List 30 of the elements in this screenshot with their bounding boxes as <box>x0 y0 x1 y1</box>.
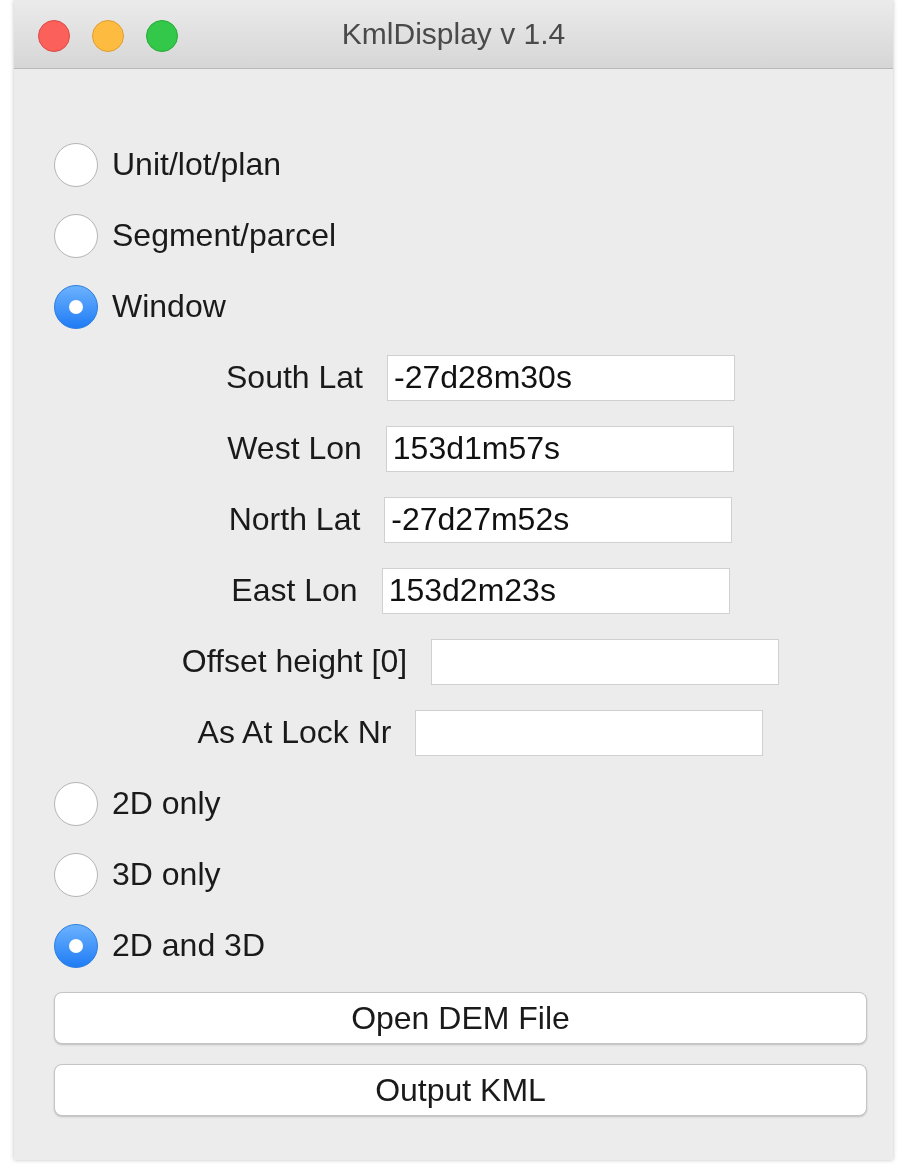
field-label: North Lat <box>228 501 361 538</box>
input-field[interactable]: -27d27m52s <box>384 496 733 543</box>
radio-button[interactable] <box>54 213 98 258</box>
input-field[interactable]: 153d2m23s <box>381 567 730 614</box>
radio-button[interactable] <box>54 284 98 329</box>
radio-label: Window <box>112 288 226 325</box>
action-button[interactable]: Output KML <box>54 1064 867 1116</box>
radio-button[interactable] <box>54 852 98 897</box>
input-field[interactable]: -27d28m30s <box>387 354 735 401</box>
radio-label: Segment/parcel <box>112 217 337 254</box>
input-field[interactable]: 153d1m57s <box>385 425 734 472</box>
field-label: South Lat <box>226 359 363 396</box>
window-title: KmlDisplay v 1.4 <box>341 17 566 51</box>
field-label: East Lon <box>231 572 358 609</box>
radio-label: 2D only <box>112 785 221 822</box>
radio-label: Unit/lot/plan <box>112 146 281 183</box>
minimize-icon[interactable] <box>92 20 124 52</box>
field-label: West Lon <box>227 430 362 467</box>
radio-button[interactable] <box>54 142 98 187</box>
radio-button[interactable] <box>54 781 98 826</box>
close-icon[interactable] <box>38 20 70 52</box>
maximize-icon[interactable] <box>146 20 178 52</box>
action-button[interactable]: Open DEM File <box>54 992 867 1044</box>
input-field[interactable] <box>431 638 780 685</box>
radio-label: 2D and 3D <box>112 927 265 964</box>
radio-button[interactable] <box>54 923 98 968</box>
radio-label: 3D only <box>112 856 221 893</box>
input-field[interactable] <box>415 709 764 756</box>
field-label: As At Lock Nr <box>197 714 392 751</box>
field-label: Offset height [0] <box>181 643 408 680</box>
